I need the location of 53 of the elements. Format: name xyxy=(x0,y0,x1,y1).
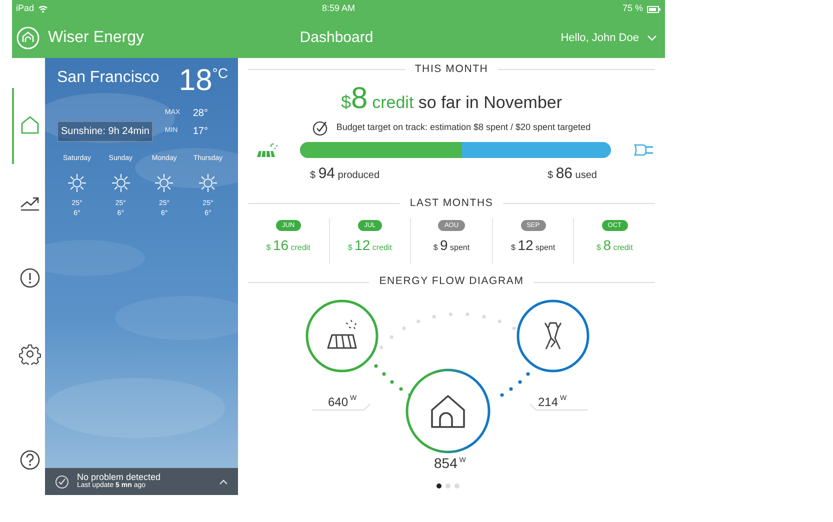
grid-power-reading: 214 $^{W}$ xyxy=(538,395,567,409)
sun-icon xyxy=(154,172,174,192)
month-amount: $12 spent xyxy=(511,236,556,256)
home-node[interactable] xyxy=(406,368,490,454)
solar-flow-dots xyxy=(374,364,412,397)
city-name: San Francisco xyxy=(57,68,160,88)
solar-power-reading: 640 $^{W}$ xyxy=(328,395,357,409)
check-circle-icon xyxy=(312,120,328,136)
month-amount: $8 credit xyxy=(596,236,633,256)
grid-node[interactable] xyxy=(516,300,590,372)
page-title: Dashboard xyxy=(298,28,374,48)
status-message: No problem detected xyxy=(77,473,162,482)
plug-icon xyxy=(633,142,655,158)
min-temperature: 17° xyxy=(192,124,208,138)
chevron-up-icon xyxy=(219,478,228,484)
home-power-reading: 854$^{W}$ xyxy=(434,455,466,471)
solar-node[interactable] xyxy=(306,300,378,372)
solar-panel-icon xyxy=(327,320,357,349)
pylon-icon xyxy=(544,322,562,350)
section-heading: THIS MONTH xyxy=(414,62,488,77)
sun-icon xyxy=(67,172,87,192)
sun-icon xyxy=(198,172,218,192)
solar-panel-icon xyxy=(256,142,278,158)
month-amount: $9 spent xyxy=(433,236,470,256)
month-amount: $16 credit xyxy=(266,236,310,256)
credit-summary: $8 credit so far in November xyxy=(340,84,564,116)
max-temperature: 28° xyxy=(192,106,208,120)
used-amount: $ 86 used xyxy=(548,164,597,184)
section-heading: LAST MONTHS xyxy=(410,196,494,211)
home-icon xyxy=(431,395,465,428)
check-circle-icon xyxy=(55,474,69,488)
settings-icon xyxy=(18,343,40,365)
budget-status: Budget target on track: estimation $8 spent / $20 spent targeted xyxy=(336,121,591,134)
clock-time: 8:59 AM xyxy=(320,2,356,16)
help-icon xyxy=(18,449,40,471)
battery-icon xyxy=(647,6,661,12)
device-name: iPad xyxy=(16,2,34,16)
sunshine-label: Sunshine: 9h 24min xyxy=(57,121,154,142)
month-amount: $12 credit xyxy=(348,236,392,256)
home-logo-icon xyxy=(16,26,40,50)
produced-amount: $ 94 produced xyxy=(310,164,380,184)
page-dot[interactable] xyxy=(436,484,442,488)
wifi-icon xyxy=(38,5,48,13)
page-dot[interactable] xyxy=(454,484,460,488)
user-menu[interactable]: Hello, John Doe xyxy=(437,30,657,46)
battery-percentage: 75 % xyxy=(622,2,643,16)
section-heading: ENERGY FLOW DIAGRAM xyxy=(379,274,524,290)
alert-icon xyxy=(18,267,40,289)
page-dot[interactable] xyxy=(446,484,450,488)
chevron-down-icon xyxy=(647,35,657,41)
sun-icon xyxy=(110,172,131,192)
collapse-button[interactable] xyxy=(219,478,228,484)
app-name: Wiser Energy xyxy=(48,28,144,48)
